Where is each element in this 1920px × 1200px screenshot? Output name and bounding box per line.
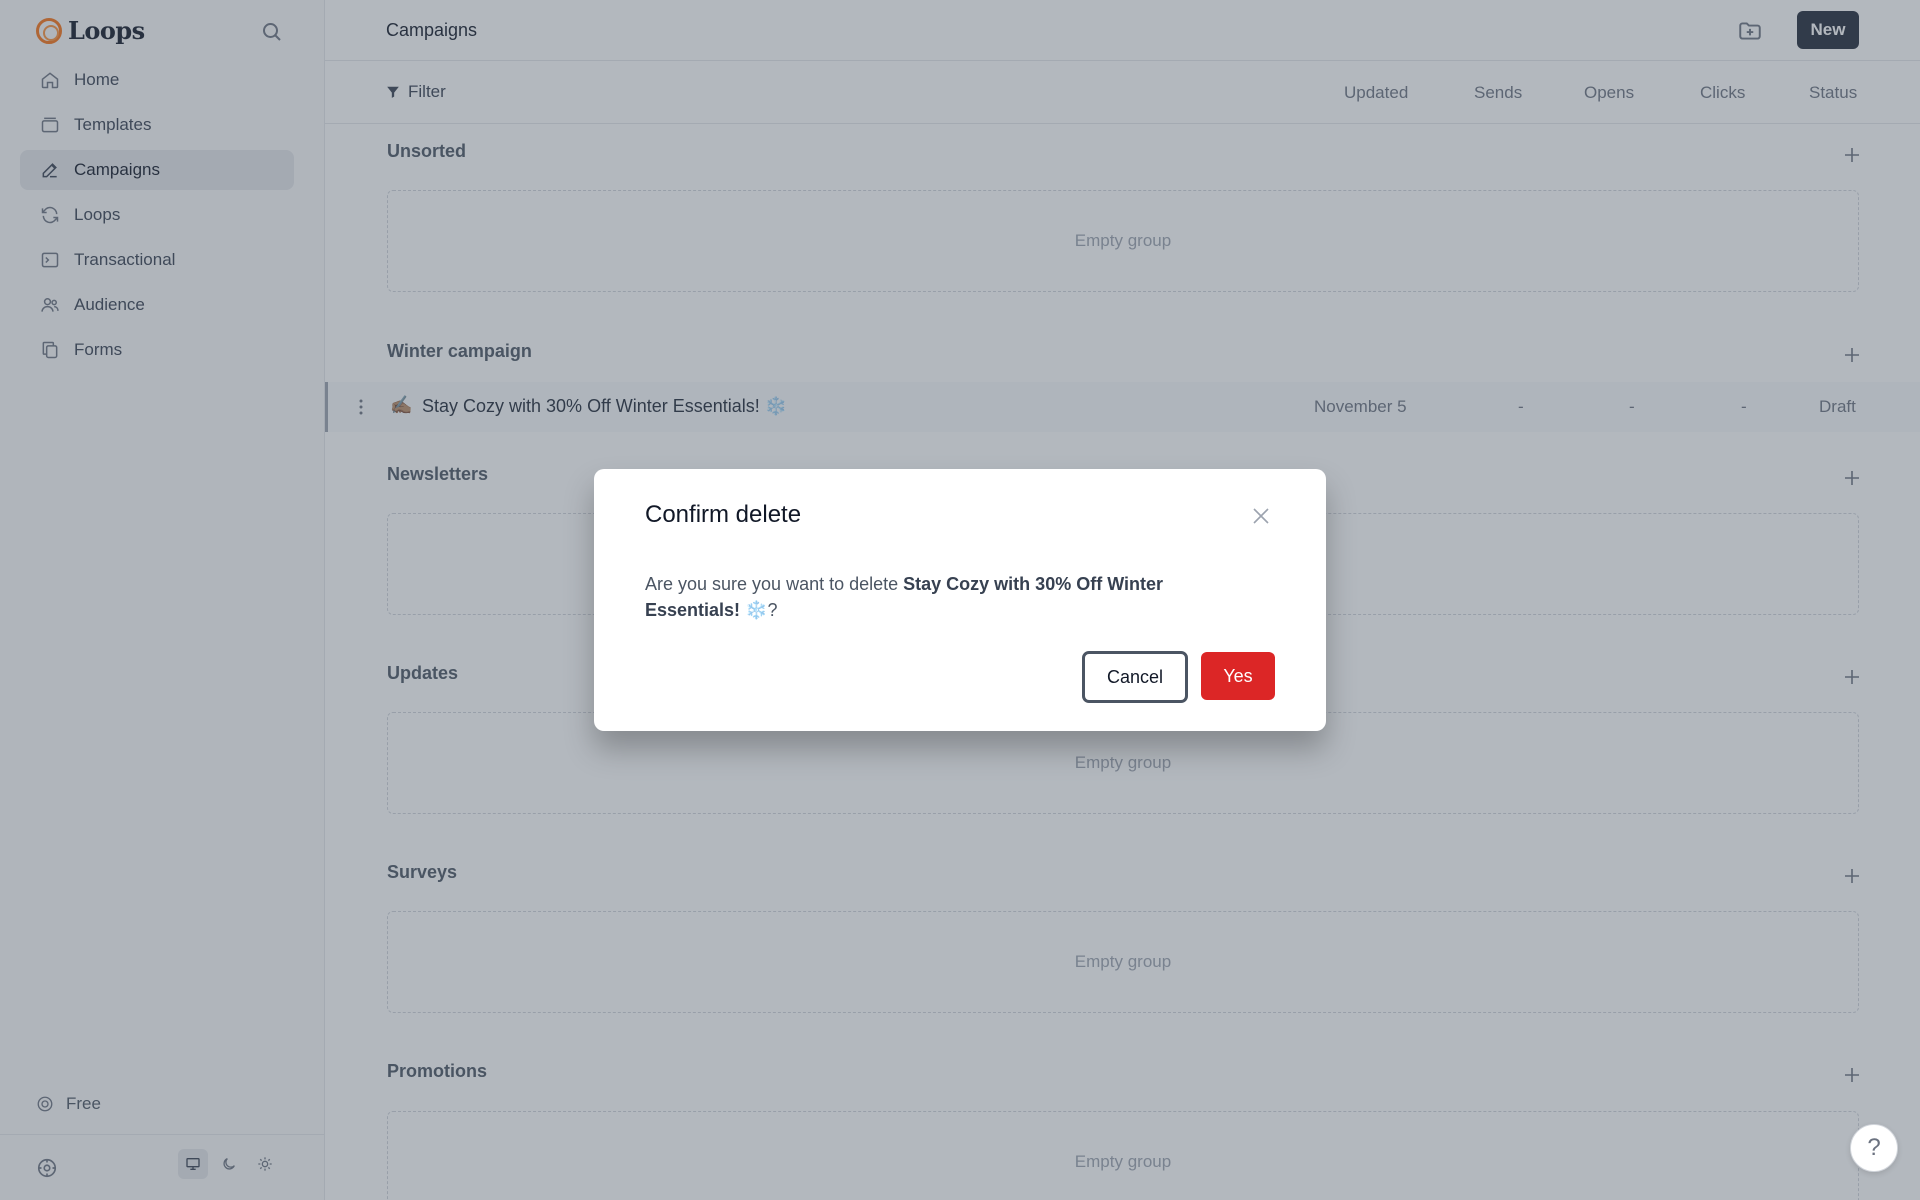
snowflake-emoji: ❄️ bbox=[745, 600, 768, 620]
dialog-message-prefix: Are you sure you want to delete bbox=[645, 574, 904, 594]
close-icon[interactable] bbox=[1250, 505, 1272, 527]
confirm-delete-button[interactable]: Yes bbox=[1201, 652, 1275, 700]
help-button[interactable]: ? bbox=[1850, 1124, 1898, 1172]
dialog-title: Confirm delete bbox=[645, 501, 802, 528]
dialog-message: Are you sure you want to delete Stay Coz… bbox=[645, 571, 1205, 623]
cancel-button[interactable]: Cancel bbox=[1082, 651, 1188, 703]
dialog-message-suffix: ? bbox=[767, 600, 778, 620]
